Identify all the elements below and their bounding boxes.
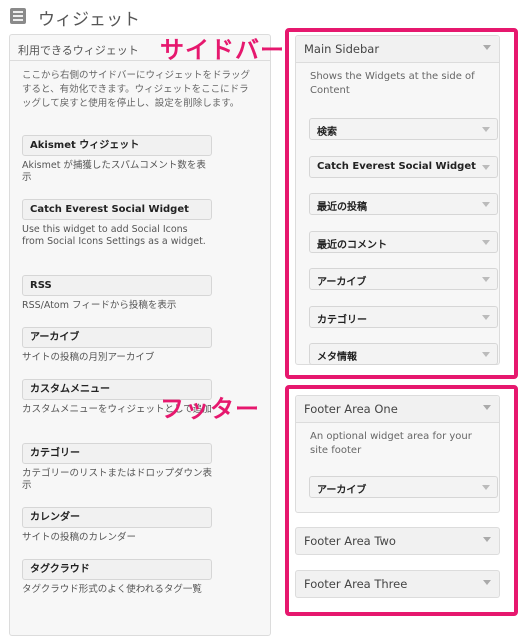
chevron-down-icon[interactable]: [483, 405, 491, 410]
chevron-down-icon[interactable]: [482, 277, 490, 282]
widget-description: RSS/Atom フィードから投稿を表示: [22, 300, 177, 311]
widget-title[interactable]: Akismet ウィジェット: [22, 135, 212, 156]
widget-title[interactable]: カテゴリー: [22, 443, 212, 464]
page-title: ウィジェット: [38, 10, 140, 30]
chevron-down-icon[interactable]: [482, 315, 490, 320]
chevron-down-icon[interactable]: [483, 580, 491, 585]
footer-widget-archives[interactable]: アーカイブ: [309, 476, 498, 498]
widget-description: サイトの投稿の月別アーカイブ: [22, 352, 155, 363]
sidebar-widget-categories[interactable]: カテゴリー: [309, 306, 498, 328]
footer-area-three[interactable]: Footer Area Three: [295, 570, 500, 598]
available-widgets-panel: 利用できるウィジェット ここから右側のサイドバーにウィジェットをドラッグすると、…: [9, 34, 271, 636]
sidebar-widget-catch-everest-social[interactable]: Catch Everest Social Widget: [309, 156, 498, 178]
footer-area-one-description: An optional widget area for your site fo…: [310, 431, 472, 456]
chevron-down-icon[interactable]: [482, 352, 490, 357]
widget-title[interactable]: RSS: [22, 275, 212, 296]
available-widgets-description: ここから右側のサイドバーにウィジェットをドラッグすると、有効化できます。ウィジェ…: [22, 70, 251, 109]
sidebar-widget-meta[interactable]: メタ情報: [309, 343, 498, 365]
footer-annotation: フッター: [160, 395, 260, 423]
sidebar-widget-recent-comments[interactable]: 最近のコメント: [309, 231, 498, 253]
chevron-down-icon[interactable]: [482, 127, 490, 132]
sidebar-widget-archives[interactable]: アーカイブ: [309, 268, 498, 290]
chevron-down-icon[interactable]: [482, 202, 490, 207]
widget-description: タグクラウド形式のよく使われるタグ一覧: [22, 584, 202, 595]
footer-area-one-header[interactable]: Footer Area One: [296, 396, 499, 423]
widget-title[interactable]: カレンダー: [22, 507, 212, 528]
sidebar-annotation: サイドバー: [160, 36, 285, 64]
widget-label: 最近のコメント: [317, 240, 387, 251]
widget-categories[interactable]: カテゴリー カテゴリーのリストまたはドロップダウン表示: [22, 443, 212, 492]
chevron-down-icon[interactable]: [482, 485, 490, 490]
widget-rss[interactable]: RSS RSS/Atom フィードから投稿を表示: [22, 275, 212, 312]
footer-area-two[interactable]: Footer Area Two: [295, 527, 500, 555]
chevron-down-icon[interactable]: [482, 240, 490, 245]
widget-label: 最近の投稿: [317, 202, 367, 213]
widget-description: Akismet が捕獲したスパムコメント数を表示: [22, 160, 206, 183]
chevron-down-icon[interactable]: [483, 45, 491, 50]
widget-label: Catch Everest Social Widget: [317, 161, 476, 172]
main-sidebar-description: Shows the Widgets at the side of Content: [310, 71, 475, 96]
widget-label: メタ情報: [317, 352, 357, 363]
widget-label: カテゴリー: [317, 315, 367, 326]
widget-archives[interactable]: アーカイブ サイトの投稿の月別アーカイブ: [22, 327, 212, 364]
widget-title[interactable]: タグクラウド: [22, 559, 212, 580]
main-sidebar-area: Main Sidebar Shows the Widgets at the si…: [295, 35, 500, 365]
widget-areas-column: Main Sidebar Shows the Widgets at the si…: [288, 0, 518, 622]
widget-description: カテゴリーのリストまたはドロップダウン表示: [22, 468, 213, 491]
footer-area-three-title: Footer Area Three: [304, 577, 408, 591]
sidebar-widget-search[interactable]: 検索: [309, 118, 498, 140]
widget-description: Use this widget to add Social Icons from…: [22, 224, 206, 247]
main-sidebar-title: Main Sidebar: [304, 42, 380, 56]
widget-catch-everest-social[interactable]: Catch Everest Social Widget Use this wid…: [22, 199, 212, 248]
widget-label: アーカイブ: [317, 485, 367, 496]
footer-area-one-title: Footer Area One: [304, 402, 398, 416]
widget-tag-cloud[interactable]: タグクラウド タグクラウド形式のよく使われるタグ一覧: [22, 559, 212, 596]
available-widgets-title: 利用できるウィジェット: [18, 44, 139, 57]
widget-label: アーカイブ: [317, 277, 367, 288]
main-sidebar-header[interactable]: Main Sidebar: [296, 36, 499, 63]
widget-akismet[interactable]: Akismet ウィジェット Akismet が捕獲したスパムコメント数を表示: [22, 135, 212, 184]
widget-title[interactable]: Catch Everest Social Widget: [22, 199, 212, 220]
widgets-menu-icon: [10, 8, 26, 24]
sidebar-widget-recent-posts[interactable]: 最近の投稿: [309, 193, 498, 215]
footer-area-two-title: Footer Area Two: [304, 534, 396, 548]
chevron-down-icon[interactable]: [483, 537, 491, 542]
widget-label: 検索: [317, 127, 337, 138]
widget-title[interactable]: アーカイブ: [22, 327, 212, 348]
widget-description: サイトの投稿のカレンダー: [22, 532, 137, 543]
chevron-down-icon[interactable]: [482, 165, 490, 170]
widget-calendar[interactable]: カレンダー サイトの投稿のカレンダー: [22, 507, 212, 544]
footer-area-one: Footer Area One An optional widget area …: [295, 395, 500, 513]
